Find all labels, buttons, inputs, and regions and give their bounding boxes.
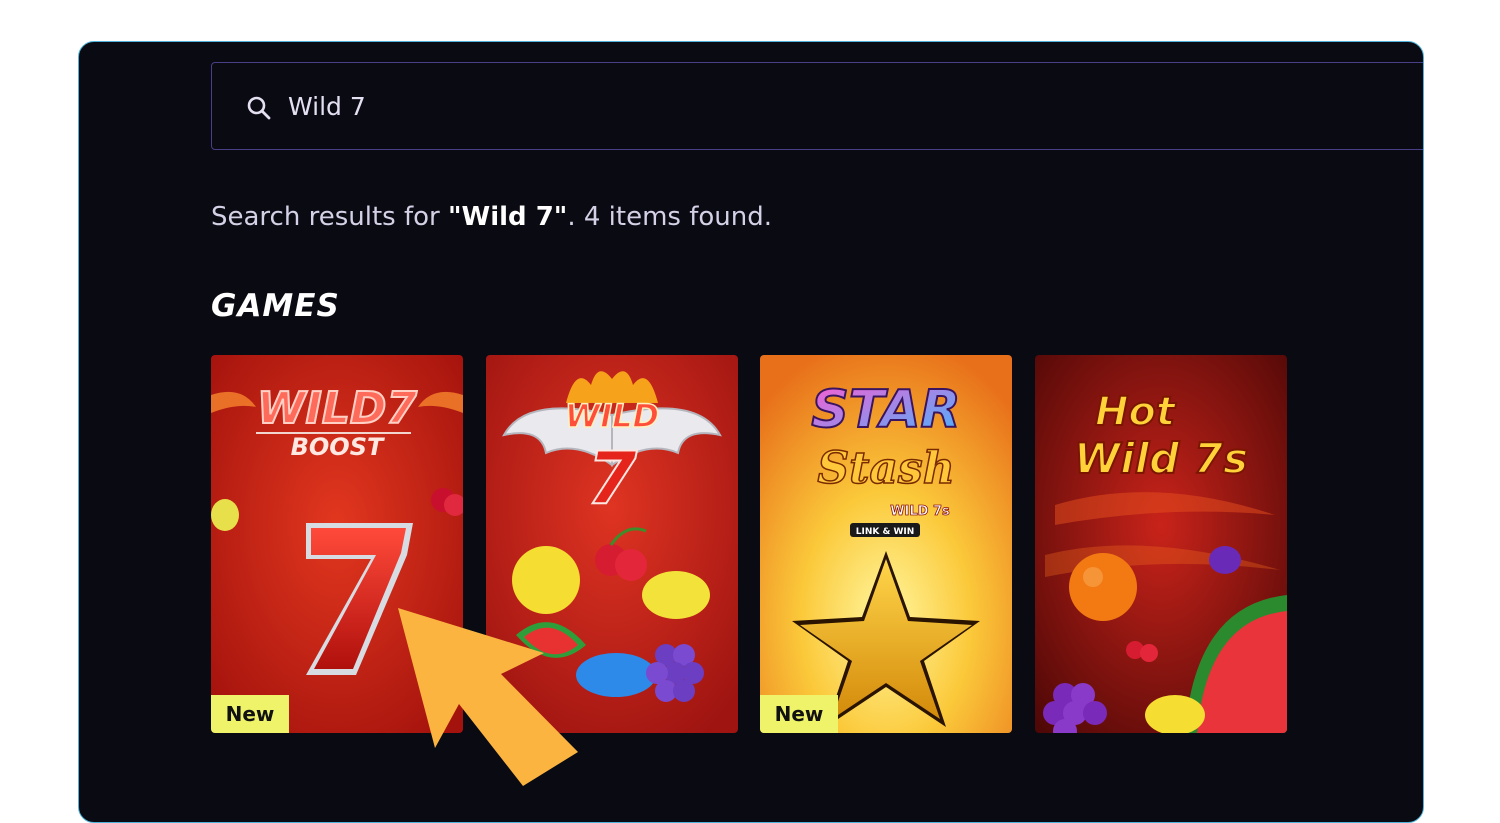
game-thumbnail: Hot Wild 7s [1035, 355, 1287, 733]
game-logo-subtext: BOOST [291, 433, 385, 461]
game-thumbnail: WILD 7 [486, 355, 738, 733]
search-panel: Search results for "Wild 7". 4 items fou… [78, 41, 1424, 823]
search-box[interactable] [211, 62, 1423, 150]
game-logo-subtext: 7 [587, 436, 637, 520]
search-input[interactable] [288, 63, 1188, 149]
new-badge: New [211, 695, 289, 733]
search-icon [247, 96, 271, 120]
game-logo-subtext: Wild 7s [1074, 434, 1248, 483]
search-results-summary: Search results for "Wild 7". 4 items fou… [211, 202, 772, 232]
game-logo-text: Hot [1095, 389, 1177, 435]
game-card-hot-wild-7s[interactable]: Hot Wild 7s [1035, 355, 1287, 733]
section-title-games: GAMES [211, 288, 340, 324]
game-card-wild7-boost[interactable]: WILD7 BOOST New [211, 355, 463, 733]
game-thumbnail: STAR Stash WILD 7s LINK & WIN [760, 355, 1012, 733]
game-logo-text: STAR [811, 380, 960, 440]
game-logo-tag: LINK & WIN [856, 527, 915, 537]
game-thumbnail: WILD7 BOOST [211, 355, 463, 733]
game-card-wild-7[interactable]: WILD 7 [486, 355, 738, 733]
game-logo-subtext: Stash [817, 443, 954, 494]
results-count: . 4 items found. [567, 202, 773, 232]
game-card-star-stash[interactable]: STAR Stash WILD 7s LINK & WIN New [760, 355, 1012, 733]
game-logo-text: WILD [565, 397, 659, 435]
game-logo-text: WILD7 [257, 383, 417, 434]
results-prefix: Search results for [211, 202, 448, 232]
new-badge: New [760, 695, 838, 733]
results-query: "Wild 7" [447, 202, 568, 232]
game-logo-badge: WILD 7s [890, 504, 950, 519]
